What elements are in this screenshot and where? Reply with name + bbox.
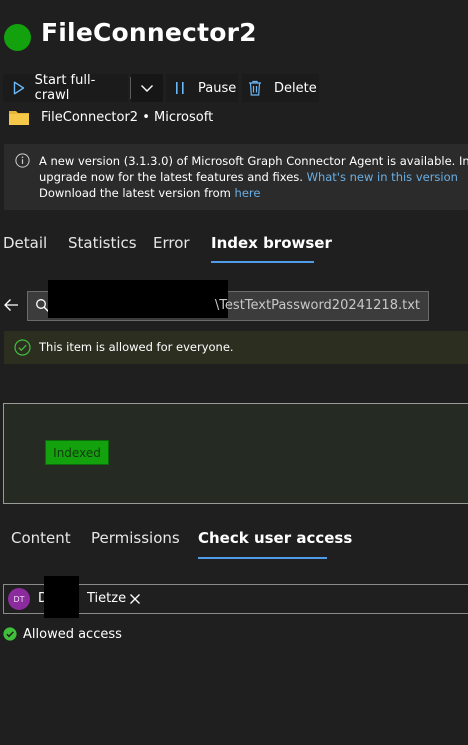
update-info-line-2: upgrade now for the latest features and … — [39, 169, 468, 185]
page-title: FileConnector2 — [41, 18, 257, 47]
active-tab-indicator — [211, 261, 314, 263]
more-crawl-options-button[interactable] — [131, 74, 163, 102]
connector-tabs: Detail Statistics Error Index browser — [0, 228, 468, 268]
tab-permissions[interactable]: Permissions — [91, 529, 180, 547]
pause-label: Pause — [198, 80, 237, 96]
update-info-line-2-text: upgrade now for the latest features and … — [39, 170, 303, 184]
user-picker-field[interactable]: DT D Tietze — [3, 576, 468, 618]
tab-index-browser[interactable]: Index browser — [211, 234, 332, 252]
play-icon — [11, 81, 27, 95]
back-arrow-icon[interactable] — [3, 297, 19, 313]
redacted-name-block — [44, 576, 79, 618]
item-search-input[interactable]: \TestTextPassword20241218.txt — [27, 280, 429, 321]
pause-icon — [172, 81, 188, 95]
trash-icon — [246, 80, 264, 96]
folder-icon — [8, 108, 30, 126]
indexed-status-badge: Indexed — [45, 440, 109, 465]
update-info-text: A new version (3.1.3.0) of Microsoft Gra… — [39, 153, 468, 201]
item-status-card: Indexed — [3, 403, 468, 504]
user-name-end: Tietze — [87, 591, 127, 606]
tab-error[interactable]: Error — [153, 234, 190, 252]
update-info-line-3-text: Download the latest version from — [39, 186, 231, 200]
download-here-link[interactable]: here — [235, 186, 261, 200]
delete-button[interactable]: Delete — [242, 74, 319, 102]
redacted-path-block — [48, 280, 228, 318]
access-result: Allowed access — [3, 624, 122, 644]
connector-source: FileConnector2 • Microsoft — [8, 106, 213, 128]
close-icon[interactable] — [128, 591, 142, 605]
info-icon — [15, 153, 30, 168]
active-subtab-indicator — [198, 557, 327, 559]
chevron-down-icon — [140, 83, 154, 93]
item-permission-text: This item is allowed for everyone. — [39, 340, 234, 354]
tab-content[interactable]: Content — [11, 529, 71, 547]
start-full-crawl-label: Start full-crawl — [34, 73, 96, 103]
avatar: DT — [8, 588, 30, 610]
update-info-line-3: Download the latest version from here — [39, 185, 468, 201]
tab-check-user-access[interactable]: Check user access — [198, 529, 352, 547]
item-search-value: \TestTextPassword20241218.txt — [214, 298, 420, 313]
command-bar: Start full-crawl Pause Delete — [0, 73, 468, 103]
item-permission-banner: This item is allowed for everyone. — [4, 331, 468, 364]
check-circle-filled-icon — [3, 627, 17, 641]
tab-statistics[interactable]: Statistics — [68, 234, 137, 252]
check-circle-icon — [14, 339, 31, 356]
connector-source-text: FileConnector2 • Microsoft — [41, 109, 214, 125]
tab-detail[interactable]: Detail — [3, 234, 47, 252]
whats-new-link[interactable]: What's new in this version — [307, 170, 458, 184]
update-info-banner: A new version (3.1.3.0) of Microsoft Gra… — [4, 144, 468, 210]
item-detail-tabs: Content Permissions Check user access — [0, 525, 468, 561]
connector-details-page: FileConnector2 Start full-crawl Pause De — [0, 0, 468, 745]
pause-button[interactable]: Pause — [166, 74, 238, 102]
delete-label: Delete — [274, 80, 317, 96]
start-full-crawl-button[interactable]: Start full-crawl — [3, 73, 128, 103]
status-indicator — [4, 24, 31, 51]
page-header: FileConnector2 — [0, 12, 468, 56]
access-result-text: Allowed access — [23, 626, 122, 642]
update-info-line-1: A new version (3.1.3.0) of Microsoft Gra… — [39, 154, 468, 168]
